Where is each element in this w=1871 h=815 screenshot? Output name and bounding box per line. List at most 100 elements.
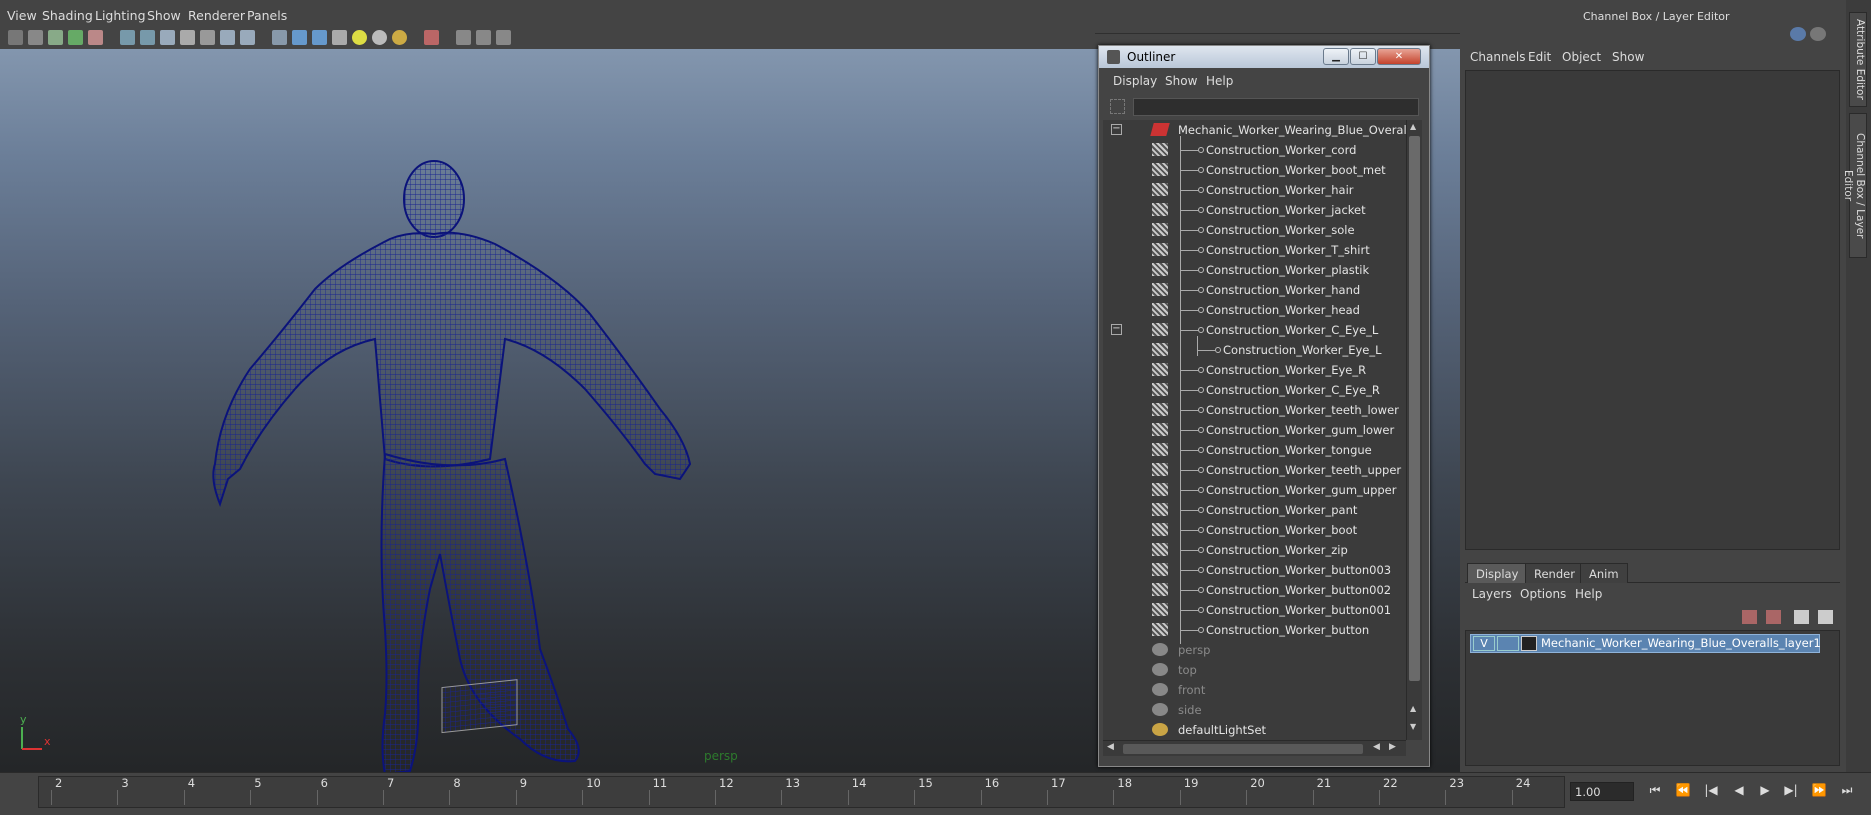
step-back-frame-button[interactable]: |◀ (1701, 783, 1721, 801)
tree-item-mesh[interactable]: Construction_Worker_plastik (1103, 260, 1406, 280)
layer-type-toggle[interactable] (1497, 636, 1519, 651)
step-forward-frame-button[interactable]: ▶| (1781, 783, 1801, 801)
scroll-left-icon[interactable]: ◀ (1373, 742, 1380, 752)
menu-show[interactable]: Show (1165, 74, 1197, 88)
orientation-icon[interactable] (1790, 27, 1806, 41)
play-forwards-button[interactable]: ▶ (1755, 783, 1775, 801)
tree-item-mesh[interactable]: Construction_Worker_cord (1103, 140, 1406, 160)
tree-item-set[interactable]: defaultLightSet (1103, 720, 1406, 740)
tree-item-mesh[interactable]: Construction_Worker_hair (1103, 180, 1406, 200)
smooth-shade-icon[interactable] (292, 30, 307, 45)
tab-channel-box-layer-editor[interactable]: Channel Box / Layer Editor (1842, 113, 1867, 258)
tree-item-mesh[interactable]: Construction_Worker_T_shirt (1103, 240, 1406, 260)
collapse-toggle[interactable]: − (1111, 324, 1122, 335)
time-slider-track[interactable] (38, 776, 1565, 808)
tab-attribute-editor[interactable]: Attribute Editor (1849, 12, 1867, 107)
layer-visibility-toggle[interactable]: V (1473, 636, 1495, 651)
tree-item-mesh[interactable]: Construction_Worker_button003 (1103, 560, 1406, 580)
outliner-search-input[interactable] (1133, 98, 1419, 116)
go-to-end-button[interactable]: ⏭ (1837, 783, 1857, 801)
menu-display[interactable]: Display (1113, 74, 1157, 88)
tree-item-mesh[interactable]: Construction_Worker_jacket (1103, 200, 1406, 220)
ambient-occlusion-icon[interactable] (392, 30, 407, 45)
menu-options[interactable]: Options (1520, 587, 1566, 601)
menu-view[interactable]: View (7, 8, 37, 23)
isolate-select-icon[interactable] (424, 30, 439, 45)
menu-panels[interactable]: Panels (247, 8, 287, 23)
wireframe-icon[interactable] (272, 30, 287, 45)
tab-display[interactable]: Display (1467, 563, 1528, 583)
tree-item-mesh[interactable]: Construction_Worker_teeth_lower (1103, 400, 1406, 420)
grease-pencil-icon[interactable] (88, 30, 103, 45)
tree-item-mesh[interactable]: Construction_Worker_C_Eye_L (1103, 320, 1406, 340)
menu-help[interactable]: Help (1206, 74, 1233, 88)
tree-item-mesh[interactable]: Construction_Worker_button001 (1103, 600, 1406, 620)
tree-item-mesh[interactable]: Construction_Worker_gum_lower (1103, 420, 1406, 440)
tab-anim[interactable]: Anim (1580, 563, 1628, 583)
menu-shading[interactable]: Shading (42, 8, 93, 23)
layer-color-swatch[interactable] (1521, 636, 1537, 651)
tree-item-mesh[interactable]: Construction_Worker_tongue (1103, 440, 1406, 460)
minimize-button[interactable]: ▁ (1323, 48, 1349, 65)
move-layer-down-icon[interactable] (1818, 610, 1833, 624)
xray-icon[interactable] (456, 30, 471, 45)
scroll-right-icon[interactable]: ▶ (1389, 742, 1396, 752)
outliner-vertical-scrollbar[interactable]: ▲ ▲ ▼ (1406, 120, 1422, 740)
maximize-button[interactable]: ☐ (1350, 48, 1376, 65)
wireframe-on-shaded-icon[interactable] (312, 30, 327, 45)
tree-item-mesh[interactable]: Construction_Worker_zip (1103, 540, 1406, 560)
tree-item-mesh[interactable]: Construction_Worker_boot_met (1103, 160, 1406, 180)
bookmark-icon[interactable] (48, 30, 63, 45)
film-gate-icon[interactable] (140, 30, 155, 45)
safe-title-icon[interactable] (240, 30, 255, 45)
tree-item-camera[interactable]: side (1103, 700, 1406, 720)
tree-item-mesh[interactable]: Construction_Worker_Eye_R (1103, 360, 1406, 380)
menu-layers[interactable]: Layers (1472, 587, 1512, 601)
tree-item-mesh[interactable]: Construction_Worker_gum_upper (1103, 480, 1406, 500)
outliner-tree[interactable]: − Mechanic_Worker_Wearing_Blue_Overalls … (1103, 120, 1406, 740)
outliner-titlebar[interactable]: Outliner ▁ ☐ ✕ (1099, 46, 1429, 68)
tree-item-mesh[interactable]: Construction_Worker_head (1103, 300, 1406, 320)
menu-show[interactable]: Show (1612, 50, 1644, 64)
select-camera-icon[interactable] (8, 30, 23, 45)
camera-attributes-icon[interactable] (28, 30, 43, 45)
scrollbar-thumb[interactable] (1409, 136, 1420, 681)
scroll-left-icon[interactable]: ◀ (1107, 742, 1114, 752)
step-forward-key-button[interactable]: ⏩ (1809, 783, 1829, 801)
tree-item-mesh[interactable]: Construction_Worker_sole (1103, 220, 1406, 240)
grid-icon[interactable] (120, 30, 135, 45)
tree-item-mesh[interactable]: Construction_Worker_C_Eye_R (1103, 380, 1406, 400)
tab-render[interactable]: Render (1525, 563, 1584, 583)
toggle-icon[interactable] (1810, 27, 1826, 41)
tree-item-mesh[interactable]: Construction_Worker_hand (1103, 280, 1406, 300)
filter-icon[interactable] (1110, 99, 1125, 114)
tree-item-mesh[interactable]: Construction_Worker_boot (1103, 520, 1406, 540)
menu-object[interactable]: Object (1562, 50, 1601, 64)
new-layer-icon[interactable] (1742, 610, 1757, 624)
current-frame-field[interactable]: 1.00 (1570, 782, 1634, 801)
layer-row[interactable]: V Mechanic_Worker_Wearing_Blue_Overalls_… (1470, 634, 1821, 653)
tree-item-mesh[interactable]: Construction_Worker_Eye_L (1103, 340, 1406, 360)
textured-icon[interactable] (332, 30, 347, 45)
menu-help[interactable]: Help (1575, 587, 1602, 601)
scrollbar-thumb[interactable] (1123, 744, 1363, 754)
tree-item-camera[interactable]: front (1103, 680, 1406, 700)
layer-name[interactable]: Mechanic_Worker_Wearing_Blue_Overalls_la… (1541, 636, 1821, 650)
field-chart-icon[interactable] (200, 30, 215, 45)
xray-joints-icon[interactable] (476, 30, 491, 45)
outliner-horizontal-scrollbar[interactable]: ◀ ◀ ▶ (1103, 740, 1406, 756)
tree-item-mesh[interactable]: Construction_Worker_button002 (1103, 580, 1406, 600)
tree-item-mesh[interactable]: Construction_Worker_teeth_upper (1103, 460, 1406, 480)
move-layer-up-icon[interactable] (1794, 610, 1809, 624)
safe-action-icon[interactable] (220, 30, 235, 45)
menu-renderer[interactable]: Renderer (188, 8, 245, 23)
use-all-lights-icon[interactable] (352, 30, 367, 45)
tree-item-camera[interactable]: persp (1103, 640, 1406, 660)
new-layer-selected-icon[interactable] (1766, 610, 1781, 624)
resolution-gate-icon[interactable] (160, 30, 175, 45)
play-backwards-button[interactable]: ◀ (1729, 783, 1749, 801)
scroll-up-icon[interactable]: ▲ (1410, 122, 1416, 131)
shadows-icon[interactable] (372, 30, 387, 45)
menu-lighting[interactable]: Lighting (95, 8, 146, 23)
menu-channels[interactable]: Channels (1470, 50, 1526, 64)
